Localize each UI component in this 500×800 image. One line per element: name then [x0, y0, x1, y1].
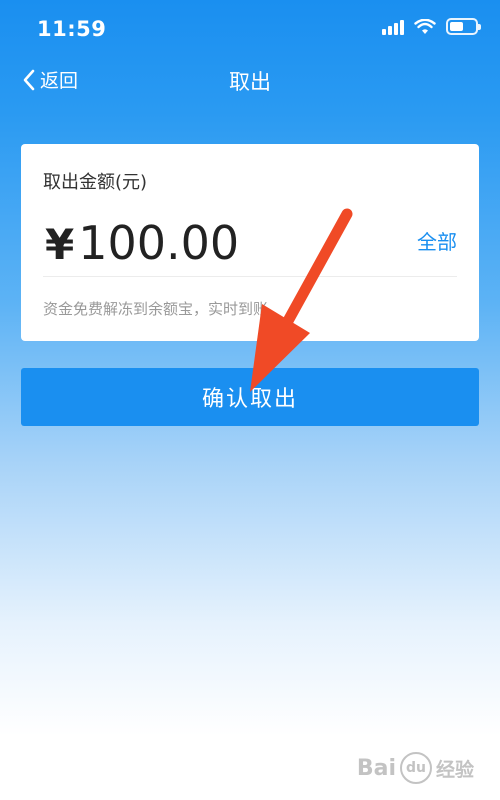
currency-symbol: ¥: [45, 220, 75, 269]
confirm-withdraw-button[interactable]: 确认取出: [21, 368, 479, 426]
status-icons: [382, 18, 481, 35]
status-time: 11:59: [37, 17, 107, 41]
wifi-icon: [414, 18, 436, 34]
status-bar: 11:59: [0, 0, 500, 58]
withdraw-all-link[interactable]: 全部: [417, 226, 457, 255]
amount-input[interactable]: ¥ 100.00: [45, 216, 239, 270]
amount-label: 取出金额(元): [43, 172, 148, 193]
battery-icon: [446, 18, 481, 35]
watermark-suffix: 经验: [435, 758, 474, 781]
nav-bar: 返回 取出: [0, 58, 500, 102]
withdraw-card: 取出金额(元) ¥ 100.00 全部 资金免费解冻到余额宝，实时到账: [21, 144, 479, 341]
watermark: Bai du 经验: [357, 752, 474, 784]
amount-value: 100.00: [78, 216, 240, 270]
divider: [43, 276, 457, 277]
page-title: 取出: [229, 70, 271, 94]
signal-icon: [382, 19, 404, 35]
hint-text: 资金免费解冻到余额宝，实时到账: [43, 300, 269, 318]
paw-icon: du: [399, 752, 432, 784]
watermark-brand: Bai: [356, 755, 396, 781]
